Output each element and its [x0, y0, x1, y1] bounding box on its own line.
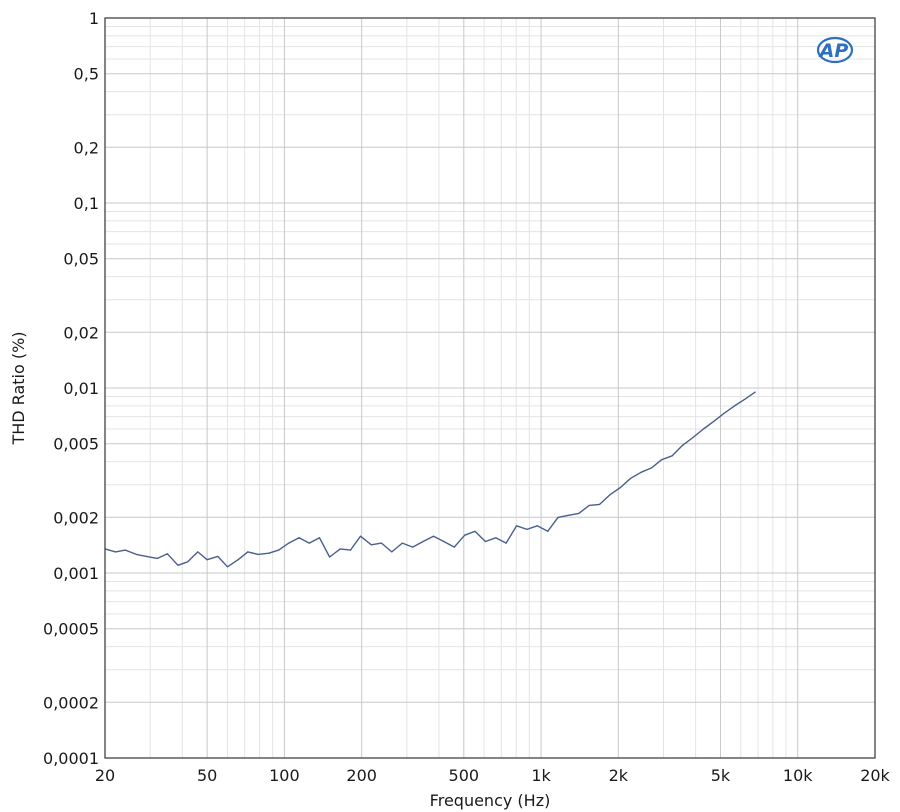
series-layer [104, 391, 756, 568]
data-point [692, 436, 694, 439]
data-point [682, 444, 684, 446]
data-point [359, 535, 362, 537]
y-tick-label: 0,0005 [43, 620, 99, 639]
x-tick-labels: 20 50 100 200 500 1k 2k 5k 10k 20k [95, 766, 891, 785]
data-point [588, 504, 590, 506]
data-point [298, 537, 300, 539]
data-point [278, 549, 280, 551]
data-point [536, 525, 538, 527]
data-point [115, 551, 117, 553]
data-point [237, 559, 239, 561]
data-point [145, 555, 147, 558]
data-point [401, 542, 403, 544]
data-point [226, 566, 229, 568]
series-line [104, 391, 756, 568]
x-tick-label: 200 [346, 766, 377, 785]
data-point [474, 530, 476, 532]
x-tick-label: 2k [609, 766, 629, 785]
data-point [744, 398, 746, 400]
audio-precision-logo: AP [816, 36, 854, 64]
data-point [257, 553, 259, 556]
y-tick-label: 0,01 [63, 379, 99, 398]
y-tick-label: 0,2 [74, 138, 99, 157]
logo-text: AP [818, 40, 849, 62]
data-point [578, 512, 580, 515]
chart-canvas: 1 0,5 0,2 0,1 0,05 0,02 0,01 0,005 0,002 0,001 0,0… [9, 9, 891, 810]
x-tick-label: 20 [95, 766, 115, 785]
data-point [422, 540, 424, 543]
data-point [599, 503, 601, 505]
data-point [557, 516, 559, 518]
data-point [505, 542, 507, 544]
x-axis-title: Frequency (Hz) [430, 791, 551, 810]
x-tick-label: 5k [711, 766, 731, 785]
x-tick-label: 1k [531, 766, 551, 785]
y-axis-title: THD Ratio (%) [9, 331, 28, 445]
data-point [619, 486, 622, 489]
y-tick-label: 0,0002 [43, 693, 99, 712]
data-point [650, 467, 653, 469]
data-point [308, 542, 310, 544]
data-point [156, 557, 158, 560]
data-point [640, 471, 642, 473]
data-point [318, 537, 321, 539]
data-point [412, 546, 414, 548]
data-point [630, 477, 632, 479]
data-point [391, 551, 393, 553]
data-point [187, 561, 189, 563]
data-point [464, 534, 466, 536]
data-point [702, 428, 705, 430]
thd-frequency-chart: 1 0,5 0,2 0,1 0,05 0,02 0,01 0,005 0,002 0,001 0,0… [0, 0, 900, 812]
data-point [329, 556, 331, 558]
data-point [288, 542, 290, 544]
y-tick-label: 0,1 [74, 194, 99, 213]
data-point [380, 542, 383, 544]
data-point [217, 555, 219, 558]
data-point [754, 391, 756, 393]
data-point [733, 405, 736, 407]
data-point [206, 559, 208, 561]
x-tick-label: 100 [269, 766, 300, 785]
y-tick-label: 0,5 [74, 65, 99, 84]
data-point [443, 540, 445, 543]
data-point [723, 412, 725, 414]
y-tick-label: 0,005 [53, 435, 99, 454]
data-point [453, 546, 455, 548]
x-tick-label: 50 [197, 766, 217, 785]
data-point [609, 494, 611, 496]
x-tick-label: 10k [783, 766, 813, 785]
y-tick-label: 1 [89, 9, 99, 28]
data-point [349, 549, 352, 551]
data-point [247, 551, 249, 553]
y-tick-label: 0,02 [63, 323, 99, 342]
data-point [432, 535, 435, 537]
x-tick-label: 20k [860, 766, 890, 785]
data-point [495, 537, 497, 539]
y-tick-label: 0,05 [63, 250, 99, 269]
x-tick-label: 500 [449, 766, 480, 785]
data-point [713, 420, 715, 422]
data-point [661, 459, 663, 461]
data-point [370, 544, 372, 546]
data-point [339, 548, 341, 550]
y-tick-label: 0,0001 [43, 749, 99, 768]
data-point [567, 514, 570, 516]
data-point [671, 455, 673, 457]
y-tick-label: 0,002 [53, 508, 99, 527]
data-point [135, 553, 137, 556]
data-point [177, 564, 179, 566]
data-point [166, 553, 168, 555]
y-tick-labels: 1 0,5 0,2 0,1 0,05 0,02 0,01 0,005 0,002 0,001 0,0… [43, 9, 99, 768]
data-point [516, 525, 518, 527]
data-point [484, 540, 486, 543]
data-point [197, 551, 199, 553]
data-point [268, 552, 270, 554]
data-point [124, 549, 126, 551]
data-point [547, 530, 549, 532]
y-tick-label: 0,001 [53, 564, 99, 583]
data-point [526, 528, 528, 531]
